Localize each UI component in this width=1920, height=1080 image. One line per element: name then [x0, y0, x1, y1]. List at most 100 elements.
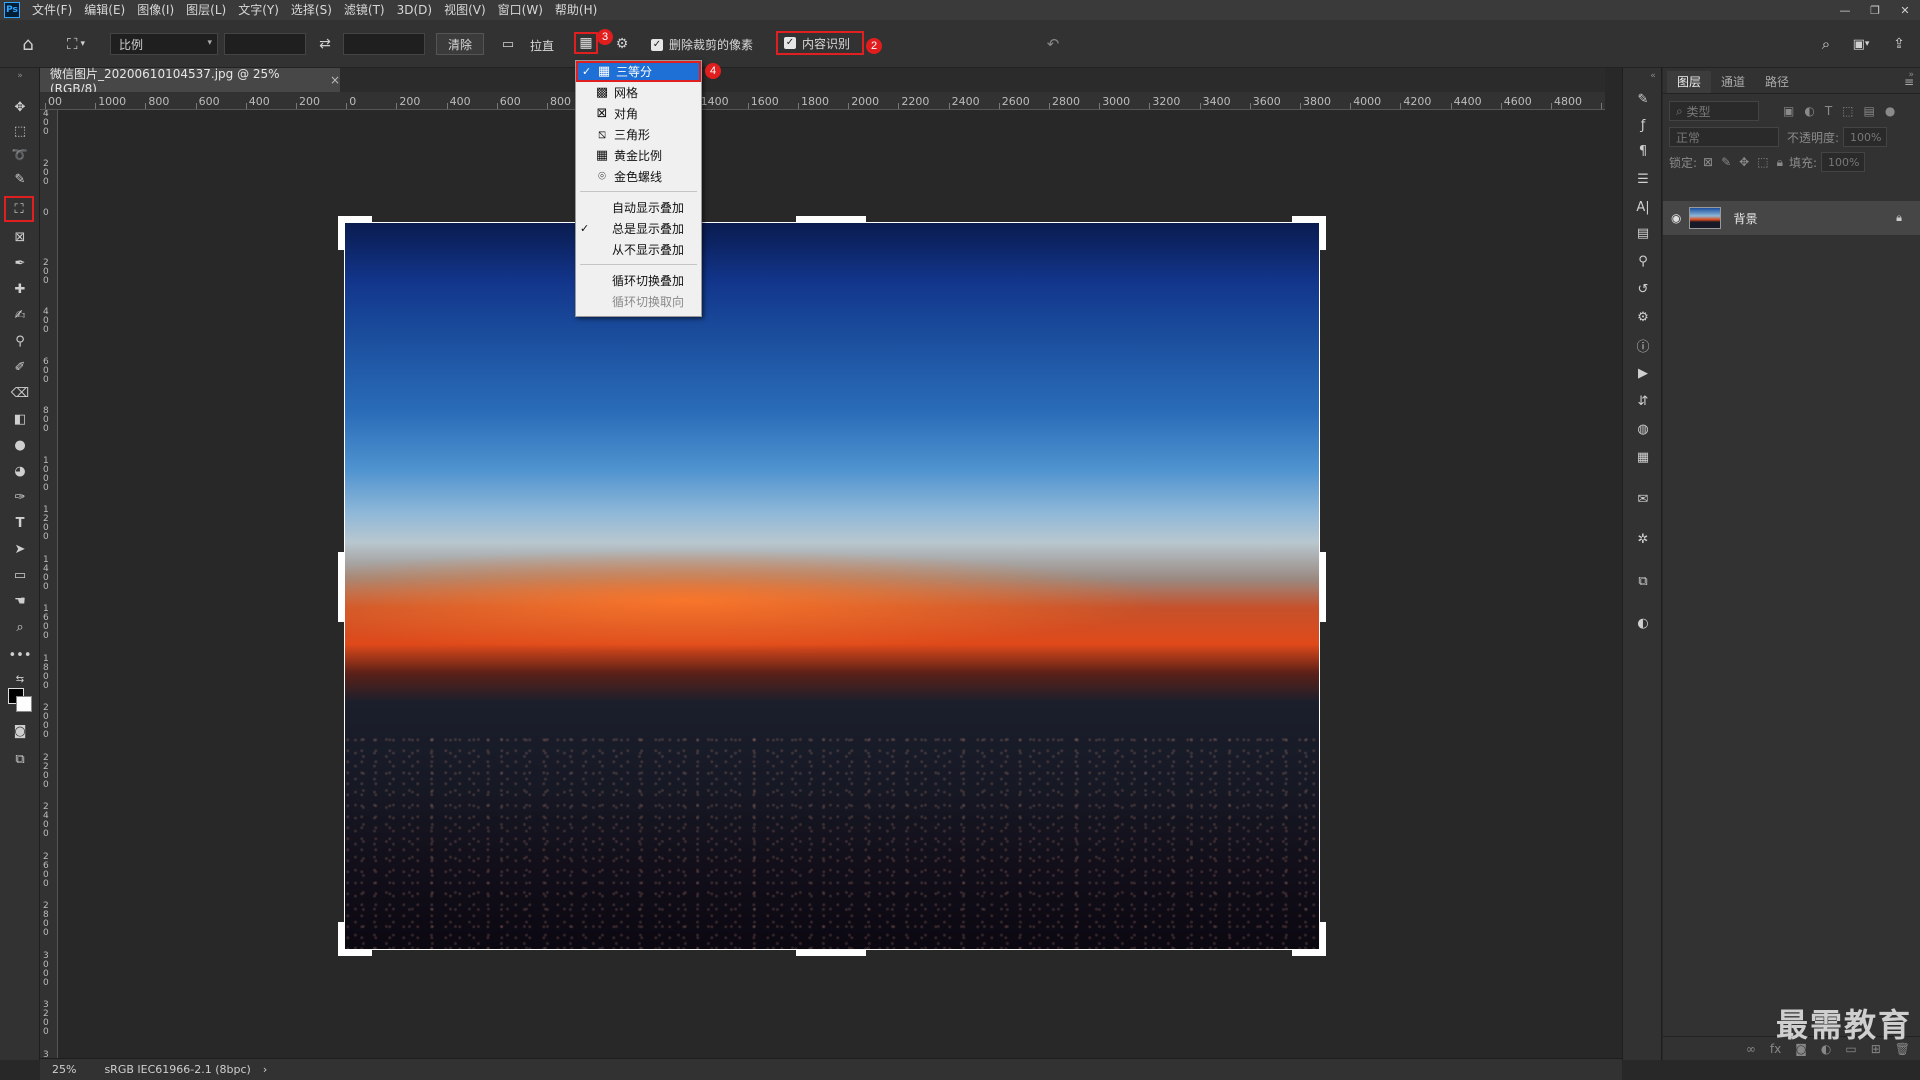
- notes-panel-icon[interactable]: ✉: [1631, 488, 1655, 510]
- table-panel-icon[interactable]: ▦: [1631, 446, 1655, 468]
- straighten-label[interactable]: 拉直: [530, 37, 554, 54]
- history-icon[interactable]: ↺: [1631, 278, 1655, 300]
- menu-item-cycle-overlay[interactable]: 循环切换叠加: [576, 270, 701, 291]
- close-icon[interactable]: ✕: [1890, 0, 1920, 20]
- straighten-icon[interactable]: ▭: [498, 33, 518, 55]
- zoom-level[interactable]: 25%: [52, 1063, 76, 1076]
- filter-type-icon[interactable]: T: [1825, 104, 1832, 118]
- menu-item-grid[interactable]: ▩ 网格: [576, 82, 701, 103]
- workspace-icon[interactable]: ▣ ▾: [1846, 33, 1876, 55]
- color-panel-icon[interactable]: ◐: [1631, 612, 1655, 634]
- crop-handle-bottom-left[interactable]: [338, 922, 344, 956]
- rectangle-tool-icon[interactable]: ▭: [6, 564, 34, 586]
- dodge-tool-icon[interactable]: ◕: [6, 460, 34, 482]
- blur-tool-icon[interactable]: ●: [6, 434, 34, 456]
- tab-paths[interactable]: 路径: [1755, 71, 1799, 93]
- swap-icon[interactable]: ⇄: [314, 33, 336, 55]
- crop-handle-top-left[interactable]: [338, 216, 344, 250]
- history-brush-icon[interactable]: ✐: [6, 356, 34, 378]
- layer-comps-icon[interactable]: ⧉: [1631, 570, 1655, 592]
- width-input[interactable]: [224, 33, 306, 55]
- gear-icon[interactable]: ⚙: [612, 33, 632, 55]
- crop-image[interactable]: [344, 222, 1320, 950]
- actions-panel-icon[interactable]: ▶: [1631, 362, 1655, 384]
- status-arrow-icon[interactable]: ›: [263, 1063, 267, 1076]
- gradient-tool-icon[interactable]: ◧: [6, 408, 34, 430]
- layer-row-background[interactable]: ◉ 背景 🔒︎: [1663, 201, 1920, 235]
- filter-shape-icon[interactable]: ⬚: [1842, 104, 1853, 118]
- more-tools-icon[interactable]: •••: [6, 644, 34, 666]
- lock-pixels-icon[interactable]: ✎: [1721, 155, 1731, 169]
- menu-3d[interactable]: 3D(D): [391, 0, 438, 20]
- menu-item-auto-show-overlay[interactable]: 自动显示叠加: [576, 197, 701, 218]
- lock-artboard-icon[interactable]: ⬚: [1757, 155, 1768, 169]
- screen-mode-icon[interactable]: ⧉: [6, 748, 34, 770]
- lock-position-icon[interactable]: ✥: [1739, 155, 1749, 169]
- restore-icon[interactable]: ❐: [1860, 0, 1890, 20]
- crop-handle-left[interactable]: [338, 552, 344, 622]
- swatches-panel-icon[interactable]: ◍: [1631, 418, 1655, 440]
- menu-window[interactable]: 窗口(W): [492, 0, 549, 20]
- opacity-input[interactable]: 100%: [1843, 127, 1888, 147]
- link-layers-icon[interactable]: ∞: [1746, 1042, 1756, 1056]
- clone-source-icon[interactable]: ⚙: [1631, 306, 1655, 328]
- reset-icon[interactable]: ↶: [1042, 33, 1064, 55]
- menu-item-golden-spiral[interactable]: ⌾ 金色螺线: [576, 166, 701, 187]
- hand-tool-icon[interactable]: ☚: [6, 590, 34, 612]
- frame-tool-icon[interactable]: ⊠: [6, 226, 34, 248]
- menu-item-diagonal[interactable]: ⊠ 对角: [576, 103, 701, 124]
- brush-tool-icon[interactable]: ✍: [6, 304, 34, 326]
- zoom-tool-icon[interactable]: ⌕: [6, 616, 34, 638]
- character-panel-icon[interactable]: A|: [1631, 196, 1655, 218]
- filter-adjustment-icon[interactable]: ◐: [1804, 104, 1814, 118]
- eye-icon[interactable]: ◉: [1671, 211, 1681, 225]
- paragraph-panel-icon[interactable]: ¶: [1631, 140, 1655, 162]
- collapse-icon[interactable]: «: [1641, 70, 1665, 82]
- info-panel-icon[interactable]: ⓘ: [1631, 334, 1655, 356]
- timeline-panel-icon[interactable]: ⇵: [1631, 390, 1655, 412]
- eyedropper-tool-icon[interactable]: ✒: [6, 252, 34, 274]
- search-icon[interactable]: ⌕: [1815, 33, 1837, 55]
- libraries-panel-icon[interactable]: ⚲: [1631, 250, 1655, 272]
- swap-colors-icon[interactable]: ⇆: [6, 668, 34, 690]
- filter-pixel-icon[interactable]: ▣: [1783, 104, 1794, 118]
- clone-stamp-icon[interactable]: ⚲: [6, 330, 34, 352]
- crop-handle-right[interactable]: [1320, 552, 1326, 622]
- menu-file[interactable]: 文件(F): [26, 0, 78, 20]
- type-tool-icon[interactable]: T: [6, 512, 34, 534]
- collapse-icon[interactable]: »: [6, 70, 34, 82]
- document-tab[interactable]: 微信图片_20200610104537.jpg @ 25%(RGB/8) ×: [40, 67, 340, 96]
- menu-item-always-show-overlay[interactable]: ✓ 总是显示叠加: [576, 218, 701, 239]
- lock-all-icon[interactable]: 🔒︎: [1777, 155, 1783, 170]
- canvas-area[interactable]: [58, 110, 1605, 1058]
- ratio-dropdown[interactable]: 比例 ▾: [110, 33, 218, 55]
- menu-layer[interactable]: 图层(L): [180, 0, 232, 20]
- crop-handle-top-right[interactable]: [1320, 216, 1326, 250]
- filter-toggle-icon[interactable]: ●: [1885, 104, 1895, 118]
- menu-filter[interactable]: 滤镜(T): [338, 0, 391, 20]
- history-panel-icon[interactable]: ✎: [1631, 88, 1655, 110]
- brushes-panel-icon[interactable]: ƒ: [1631, 114, 1655, 136]
- tab-channels[interactable]: 通道: [1711, 71, 1755, 93]
- menu-item-golden-ratio[interactable]: ▦ 黄金比例: [576, 145, 701, 166]
- adjustments-panel-icon[interactable]: ☰: [1631, 168, 1655, 190]
- menu-edit[interactable]: 编辑(E): [78, 0, 131, 20]
- menu-item-never-show-overlay[interactable]: 从不显示叠加: [576, 239, 701, 260]
- home-icon[interactable]: ⌂: [16, 32, 40, 56]
- menu-select[interactable]: 选择(S): [285, 0, 338, 20]
- move-tool-icon[interactable]: ✥: [6, 96, 34, 118]
- quick-mask-icon[interactable]: ◙: [6, 720, 34, 742]
- menu-image[interactable]: 图像(I): [131, 0, 180, 20]
- menu-item-triangle[interactable]: ⧅ 三角形: [576, 124, 701, 145]
- lock-transparent-icon[interactable]: ⊠: [1703, 155, 1713, 169]
- marquee-tool-icon[interactable]: ⬚: [6, 120, 34, 142]
- crop-tool-icon[interactable]: ⛶: [4, 196, 34, 222]
- clear-button[interactable]: 清除: [436, 33, 484, 55]
- height-input[interactable]: [343, 33, 425, 55]
- navigator-panel-icon[interactable]: ✲: [1631, 528, 1655, 550]
- background-color-swatch[interactable]: [16, 696, 32, 712]
- menu-type[interactable]: 文字(Y): [232, 0, 285, 20]
- blend-mode-dropdown[interactable]: 正常: [1669, 127, 1779, 147]
- eraser-tool-icon[interactable]: ⌫: [6, 382, 34, 404]
- share-icon[interactable]: ⇪: [1888, 33, 1910, 55]
